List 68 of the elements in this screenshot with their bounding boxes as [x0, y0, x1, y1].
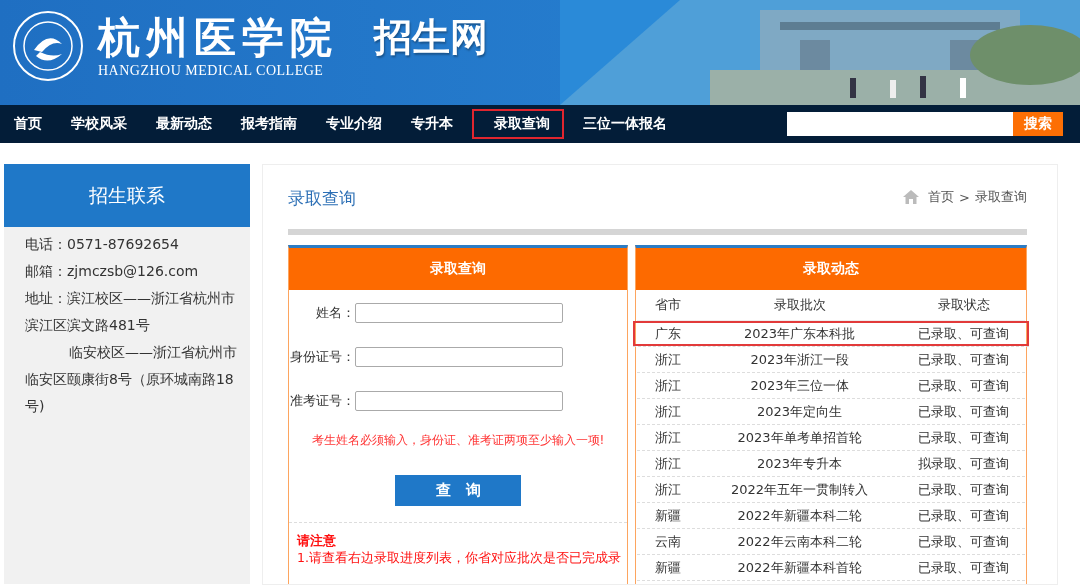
nav-link[interactable]: 专升本 [401, 109, 463, 139]
table-cell-text: 2023年三位一体 [749, 376, 850, 395]
panel-header: 录取查询 [289, 248, 627, 290]
input-field[interactable] [355, 391, 563, 411]
table-cell-text: 浙江 [654, 428, 682, 447]
table-cell-text: 云南 [654, 532, 682, 551]
breadcrumb-link[interactable]: 录取查询 [975, 188, 1027, 206]
table-cell-text: 2023年广东本科批 [742, 324, 857, 343]
table-cell-text: 已录取、可查询 [917, 428, 1010, 447]
college-english-name: HANGZHOU MEDICAL COLLEGE [98, 63, 325, 79]
home-icon [903, 190, 920, 204]
notice-title: 请注意 [297, 533, 337, 550]
contact-text: 地址：滨江校区——浙江省杭州市滨江区滨文路481号 [25, 289, 236, 335]
nav-link[interactable]: 首页 [4, 109, 52, 139]
input-field[interactable] [355, 347, 563, 367]
table-cell-text: 新疆 [654, 506, 682, 525]
table-cell-text: 已录取、可查询 [917, 558, 1010, 577]
table-cell-text: 已录取、可查询 [917, 350, 1010, 369]
table-cell-text: 2022年新疆本科二轮 [736, 506, 863, 525]
college-name: 杭州医学院 [98, 14, 338, 63]
breadcrumb-separator: > [959, 189, 970, 205]
sidebar-title: 招生联系 [4, 164, 250, 227]
field-label: 姓名： [315, 304, 355, 322]
table-cell-text: 2023年浙江一段 [749, 350, 850, 369]
panel-header: 录取动态 [636, 248, 1026, 290]
nav-link[interactable]: 录取查询 [472, 109, 564, 139]
hint-text: 考生姓名必须输入，身份证、准考证两项至少输入一项! [310, 432, 606, 449]
search-field[interactable] [787, 112, 1013, 136]
table-cell-text: 已录取、可查询 [917, 402, 1010, 421]
table-cell-text: 2022年新疆本科首轮 [736, 558, 863, 577]
column-header: 录取批次 [772, 296, 827, 314]
table-cell-text: 已录取、可查询 [917, 506, 1010, 525]
table-cell-text: 2023年单考单招首轮 [736, 428, 863, 447]
nav-link[interactable]: 专业介绍 [316, 109, 392, 139]
table-cell-text: 新疆 [654, 558, 682, 577]
contact-text: 邮箱：zjmczsb@126.com [25, 262, 200, 281]
table-cell-text: 2022年云南本科二轮 [736, 532, 863, 551]
field-label: 身份证号： [289, 348, 355, 366]
table-cell-text: 拟录取、可查询 [917, 454, 1010, 473]
table-cell-text: 浙江 [654, 480, 682, 499]
table-cell-text: 已录取、可查询 [917, 376, 1010, 395]
input-field[interactable] [355, 303, 563, 323]
table-cell-text: 浙江 [654, 350, 682, 369]
table-cell-text: 浙江 [654, 402, 682, 421]
table-cell-text: 2023年定向生 [755, 402, 844, 421]
table-cell-text: 广东 [654, 324, 682, 343]
table-cell-text: 2022年五年一贯制转入 [729, 480, 870, 499]
site-name: 招生网 [374, 13, 488, 61]
nav-link[interactable]: 三位一体报名 [573, 109, 677, 139]
notice-text: 1.请查看右边录取进度列表，你省对应批次是否已完成录 [297, 550, 622, 567]
page-title: 录取查询 [288, 186, 356, 210]
table-cell-text: 已录取、可查询 [917, 532, 1010, 551]
nav-link[interactable]: 学校风采 [61, 109, 137, 139]
table-cell-text: 已录取、可查询 [917, 324, 1010, 343]
table-cell-text: 2023年专升本 [755, 454, 844, 473]
field-label: 准考证号： [289, 392, 355, 410]
contact-text: 临安校区——浙江省杭州市临安区颐康街8号（原环城南路18号) [25, 343, 238, 416]
breadcrumb-link[interactable]: 首页 [928, 188, 955, 206]
query-button[interactable]: 查 询 [395, 475, 521, 506]
column-header: 录取状态 [936, 296, 991, 314]
table-cell-text: 浙江 [654, 454, 682, 473]
college-emblem-icon [12, 10, 84, 82]
nav-link[interactable]: 最新动态 [146, 109, 222, 139]
nav-link[interactable]: 报考指南 [231, 109, 307, 139]
contact-text: 电话：0571-87692654 [25, 235, 180, 254]
table-cell-text: 浙江 [654, 376, 682, 395]
column-header: 省市 [654, 296, 682, 314]
table-cell-text: 已录取、可查询 [917, 480, 1010, 499]
